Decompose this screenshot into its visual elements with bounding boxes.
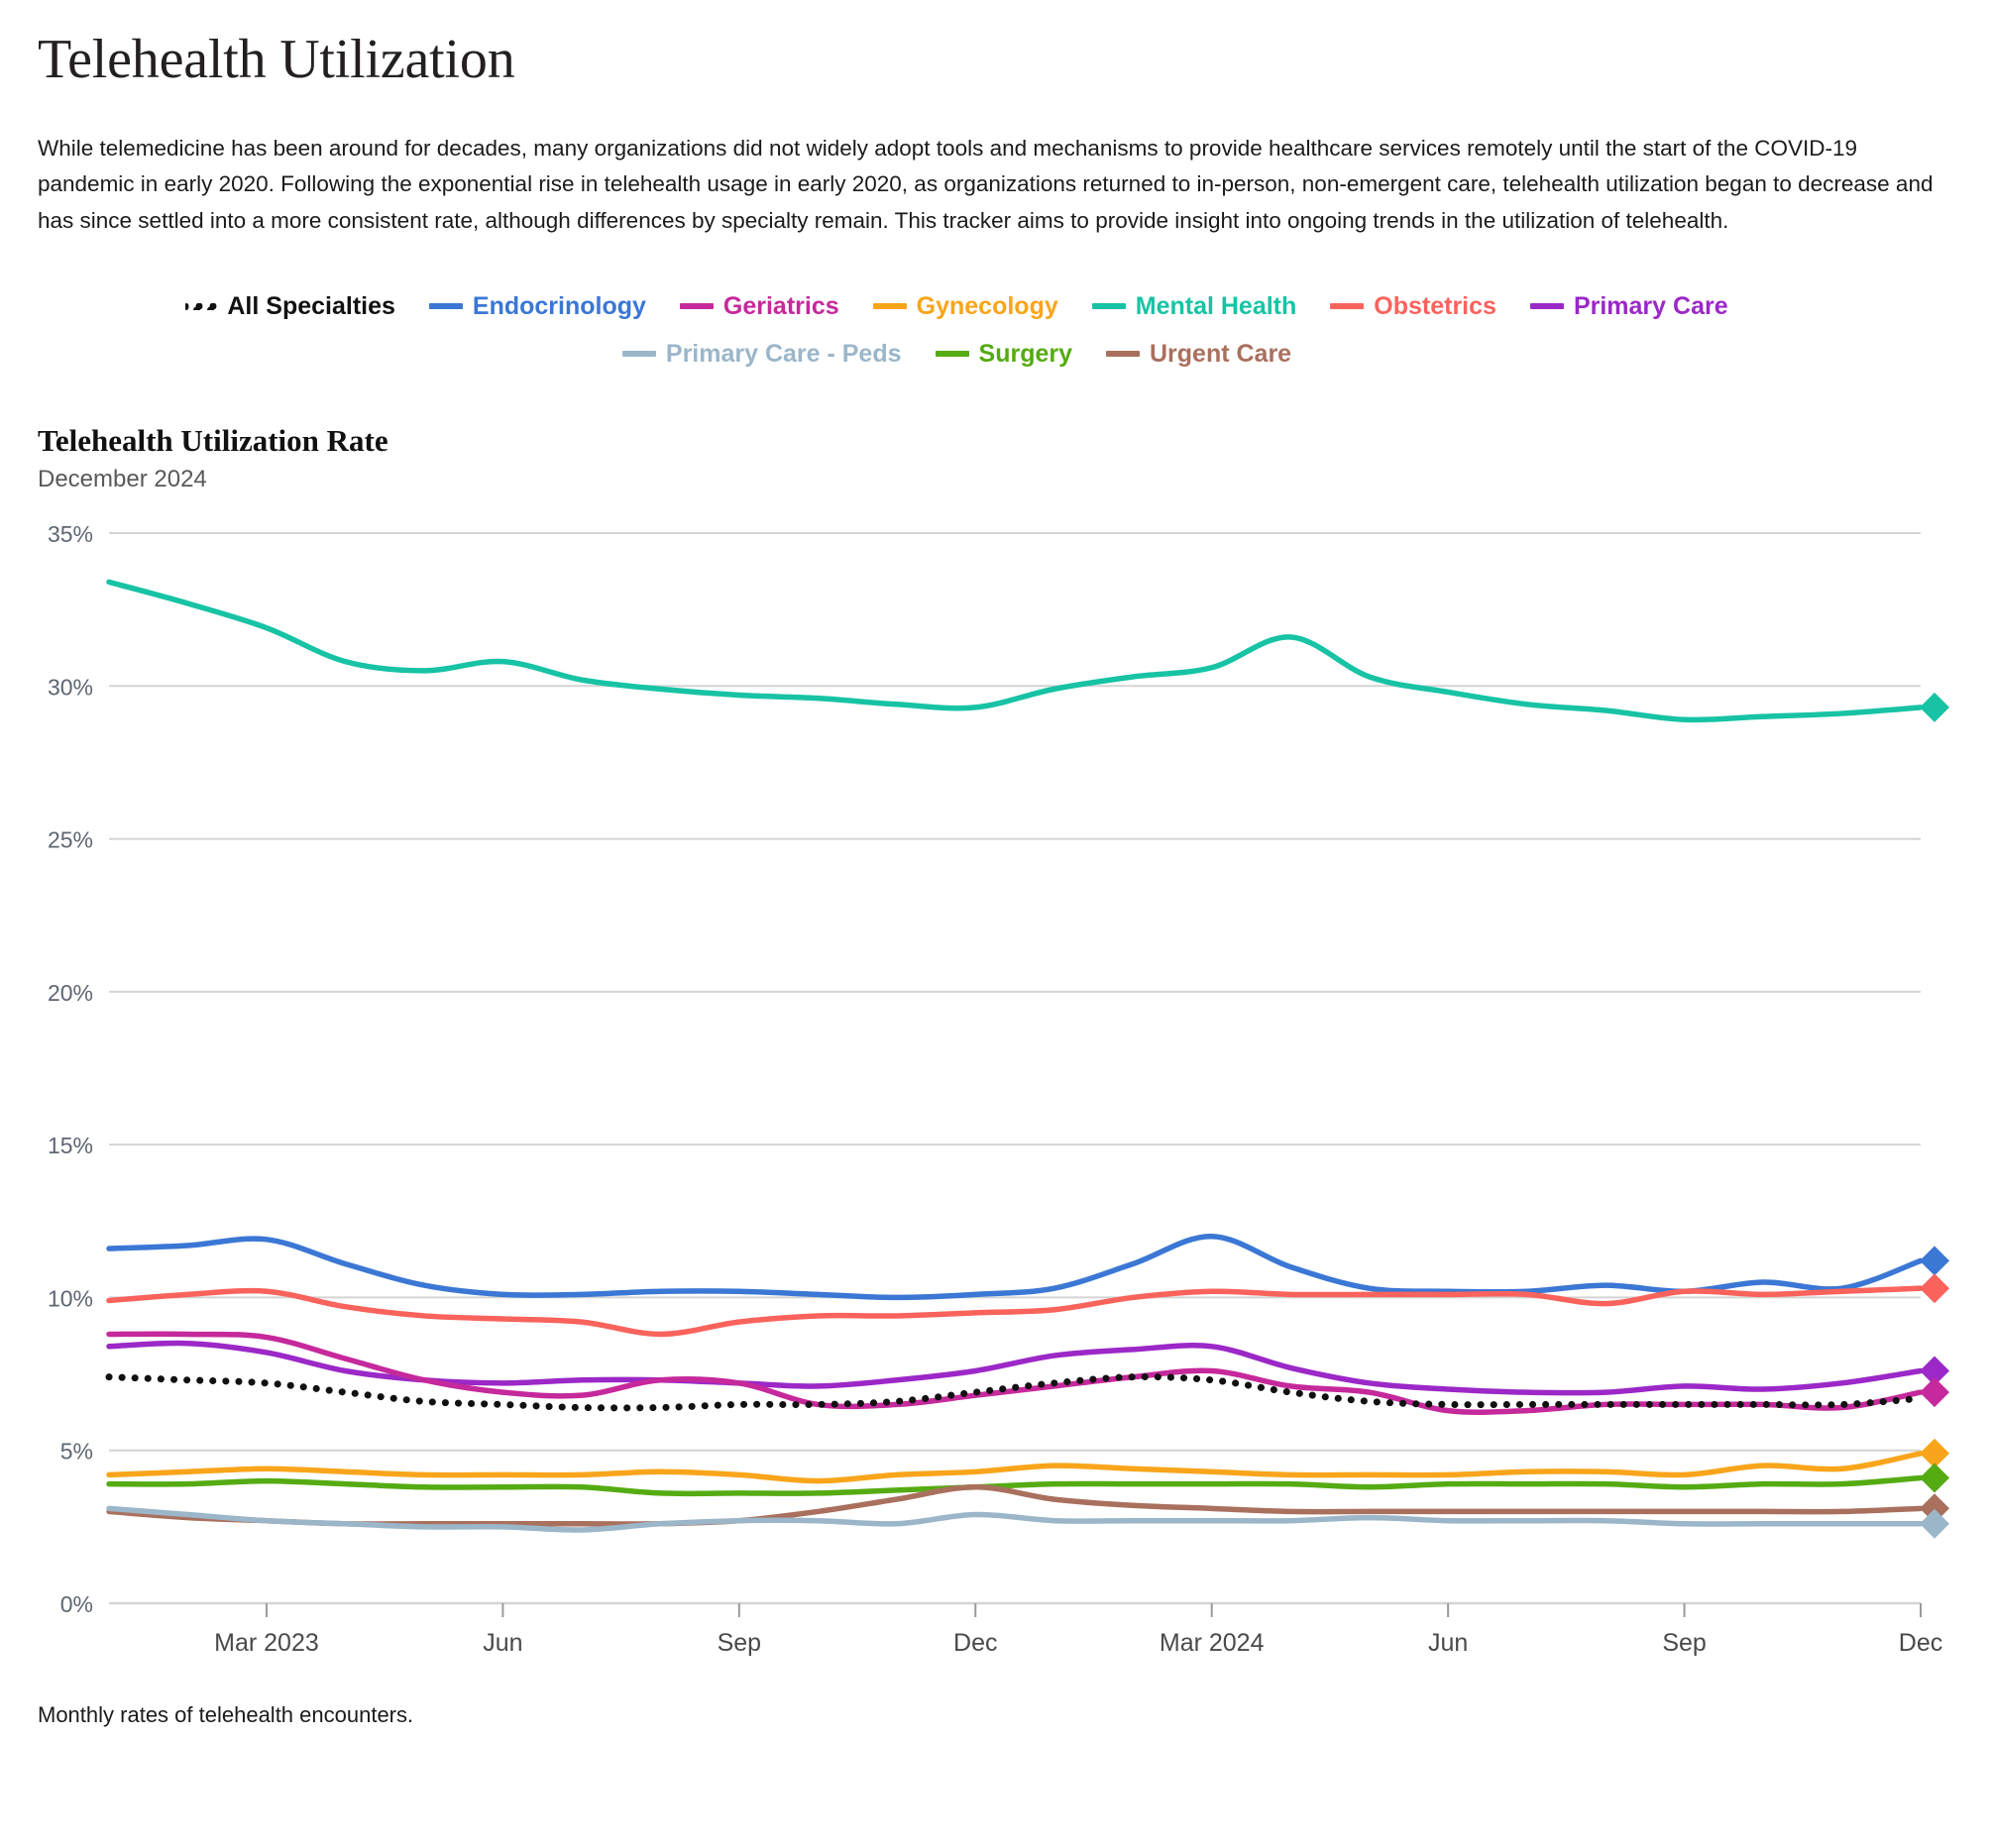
legend-swatch-icon: [679, 303, 714, 310]
intro-paragraph: While telemedicine has been around for d…: [38, 136, 1934, 233]
legend-item-primary-care[interactable]: Primary Care: [1529, 286, 1728, 326]
legend-item-label: Urgent Care: [1150, 340, 1292, 369]
chart-footnote: Monthly rates of telehealth encounters.: [38, 1702, 414, 1728]
legend-item-label: Gynecology: [916, 292, 1058, 321]
legend-swatch-icon: [428, 303, 463, 310]
legend-swatch-icon: [1106, 351, 1140, 358]
series-line-mental-health[interactable]: [106, 579, 1924, 723]
x-axis-tick-label: Jun: [483, 1629, 522, 1657]
legend-item-endocrinology[interactable]: Endocrinology: [428, 286, 646, 326]
legend-item-urgent-care[interactable]: Urgent Care: [1106, 334, 1291, 374]
x-axis-tick-label: Jun: [1428, 1629, 1468, 1657]
legend-item-label: All Specialties: [227, 292, 395, 321]
legend-item-gynecology[interactable]: Gynecology: [872, 286, 1058, 326]
y-axis-tick-label: 20%: [48, 980, 93, 1006]
x-axis-tick-label: Mar 2024: [1160, 1629, 1265, 1657]
y-axis-tick-label: 25%: [48, 827, 93, 853]
line-chart-plot: 0% 5% 10% 15% 20% 25% 30% 35% Mar 2023 Jun Sep Dec M…: [38, 519, 1954, 1688]
legend-swatch-icon: [935, 351, 969, 358]
legend-swatch-icon: [1330, 303, 1365, 310]
legend-item-label: Mental Health: [1135, 292, 1297, 321]
legend-item-primary-care-peds[interactable]: Primary Care - Peds: [621, 334, 902, 374]
y-axis-tick-label: 10%: [48, 1286, 93, 1312]
legend-swatch-icon: [185, 302, 218, 310]
legend-item-label: Primary Care - Peds: [665, 340, 902, 369]
series-line-gynecology[interactable]: [106, 1451, 1924, 1484]
chart-title: Telehealth Utilization Rate: [38, 423, 388, 459]
legend-swatch-icon: [1091, 303, 1126, 310]
legend-item-label: Obstetrics: [1374, 292, 1496, 321]
legend-swatch-icon: [872, 303, 907, 310]
end-marker-geriatrics[interactable]: [1920, 1377, 1949, 1408]
legend-item-label: Geriatrics: [722, 292, 839, 321]
legend-item-label: Primary Care: [1573, 292, 1728, 321]
y-axis-tick-label: 5%: [60, 1439, 93, 1465]
end-marker-mental-health[interactable]: [1920, 693, 1949, 723]
end-marker-endocrinology[interactable]: [1920, 1246, 1949, 1276]
x-axis-tick-label: Mar 2023: [214, 1629, 319, 1657]
legend-swatch-icon: [621, 351, 656, 358]
legend-swatch-icon: [1529, 303, 1564, 310]
legend-item-label: Surgery: [978, 340, 1072, 369]
legend-item-geriatrics[interactable]: Geriatrics: [679, 286, 839, 326]
page-title: Telehealth Utilization: [38, 29, 515, 90]
x-axis-tick-label: Dec: [1899, 1629, 1942, 1657]
y-axis-tick-label: 0%: [60, 1591, 93, 1617]
series-line-endocrinology[interactable]: [106, 1234, 1924, 1301]
end-marker-primary-care-peds[interactable]: [1920, 1509, 1949, 1540]
legend-item-obstetrics[interactable]: Obstetrics: [1330, 286, 1496, 326]
chart-svg: 0% 5% 10% 15% 20% 25% 30% 35% Mar 2023 Jun Sep Dec M…: [48, 521, 1949, 1657]
x-axis-tick-label: Sep: [1662, 1629, 1706, 1657]
x-axis-tick-label: Dec: [953, 1629, 997, 1657]
legend-item-label: Endocrinology: [472, 292, 646, 321]
legend-item-surgery[interactable]: Surgery: [935, 334, 1072, 374]
end-marker-surgery[interactable]: [1920, 1463, 1949, 1493]
y-axis-tick-label: 30%: [48, 675, 93, 701]
chart-subtitle: December 2024: [38, 466, 207, 493]
chart-heading: Telehealth Utilization Rate December 202…: [38, 423, 1954, 493]
legend-item-mental-health[interactable]: Mental Health: [1091, 286, 1297, 326]
y-axis-tick-label: 15%: [48, 1133, 93, 1158]
y-axis-tick-label: 35%: [48, 521, 93, 547]
end-marker-obstetrics[interactable]: [1920, 1273, 1949, 1304]
chart-legend: All Specialties Endocrinology Geriatrics Gy…: [38, 286, 1856, 374]
series-line-geriatrics[interactable]: [106, 1331, 1924, 1416]
telehealth-tracker-page: Telehealth Utilization While telemedicin…: [0, 0, 1992, 1848]
x-axis-tick-label: Sep: [718, 1629, 761, 1657]
legend-item-all-specialties[interactable]: All Specialties: [185, 286, 395, 326]
